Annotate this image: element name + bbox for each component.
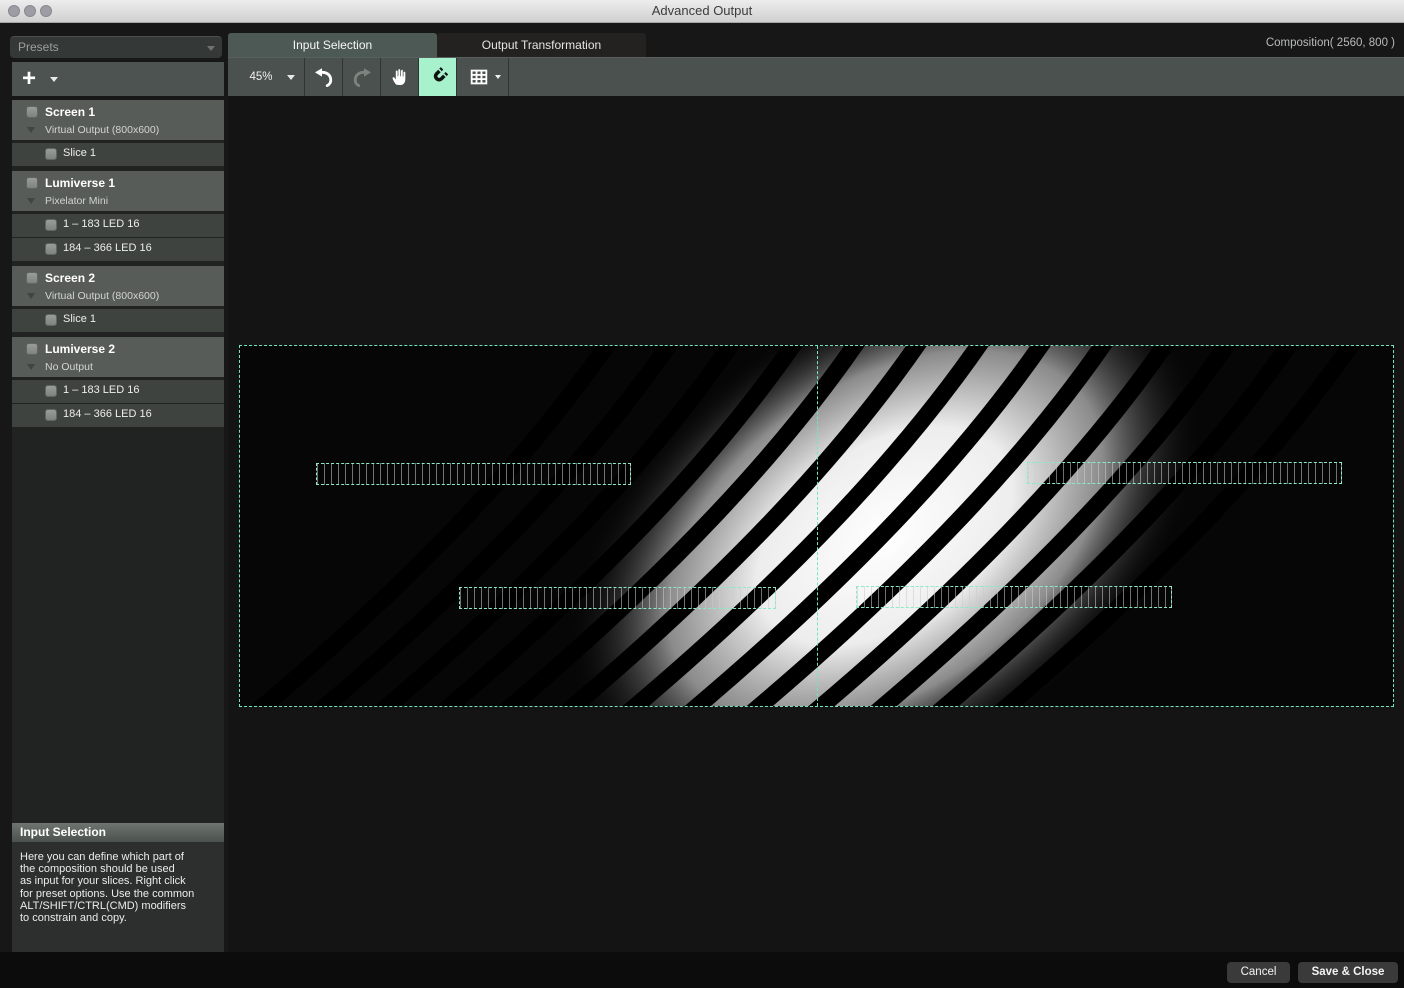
tab-input-selection[interactable]: Input Selection <box>228 33 437 57</box>
chevron-down-icon <box>495 75 501 79</box>
redo-icon <box>350 65 374 89</box>
undo-icon <box>312 65 336 89</box>
footer-bar: Cancel Save & Close <box>0 952 1404 988</box>
led-range-label: 184 – 366 LED 16 <box>63 408 152 420</box>
save-close-button[interactable]: Save & Close <box>1298 962 1398 983</box>
enable-checkbox[interactable] <box>45 409 57 421</box>
enable-checkbox[interactable] <box>45 243 57 255</box>
plus-icon: + <box>22 65 36 93</box>
tree-group-screen-1: Screen 1 Virtual Output (800x600) Slice … <box>12 100 224 166</box>
tree-row-slice[interactable]: Slice 1 <box>12 309 224 332</box>
led-range-label: 184 – 366 LED 16 <box>63 242 152 254</box>
slice-input-rect[interactable] <box>1027 462 1342 484</box>
magnet-icon <box>426 65 450 89</box>
info-panel-text: Here you can define which part of the co… <box>12 842 224 952</box>
slice-input-rect[interactable] <box>459 587 776 609</box>
enable-checkbox[interactable] <box>26 343 38 355</box>
add-screen-toolbar[interactable]: + <box>12 62 224 96</box>
zoom-level-value: 45% <box>249 71 272 83</box>
pan-tool-button[interactable] <box>381 58 419 96</box>
enable-checkbox[interactable] <box>26 272 38 284</box>
group-title: Screen 1 <box>45 105 95 119</box>
group-subtitle: No Output <box>45 361 93 373</box>
info-panel-title: Input Selection <box>12 823 224 842</box>
zoom-level-select[interactable]: 45% <box>228 58 305 96</box>
tree-group-lumiverse-1: Lumiverse 1 Pixelator Mini 1 – 183 LED 1… <box>12 171 224 261</box>
presets-dropdown[interactable]: Presets <box>10 36 222 58</box>
tree-row-led-range[interactable]: 1 – 183 LED 16 <box>12 214 224 237</box>
disclosure-triangle-icon[interactable] <box>27 364 35 370</box>
slice-label: Slice 1 <box>63 147 96 159</box>
enable-checkbox[interactable] <box>45 385 57 397</box>
tree-group-header[interactable]: Lumiverse 2 No Output <box>12 337 224 377</box>
window-titlebar: Advanced Output <box>0 0 1404 23</box>
chevron-down-icon <box>50 77 58 82</box>
grid-icon <box>468 66 490 88</box>
tree-group-header[interactable]: Screen 2 Virtual Output (800x600) <box>12 266 224 306</box>
tree-group-lumiverse-2: Lumiverse 2 No Output 1 – 183 LED 16 184… <box>12 337 224 427</box>
tree-group-screen-2: Screen 2 Virtual Output (800x600) Slice … <box>12 266 224 332</box>
led-range-label: 1 – 183 LED 16 <box>63 218 139 230</box>
cancel-button[interactable]: Cancel <box>1227 962 1290 983</box>
disclosure-triangle-icon[interactable] <box>27 127 35 133</box>
chevron-down-icon <box>207 46 215 51</box>
undo-button[interactable] <box>305 58 343 96</box>
group-subtitle: Virtual Output (800x600) <box>45 290 159 302</box>
tab-output-transformation[interactable]: Output Transformation <box>437 33 646 57</box>
enable-checkbox[interactable] <box>26 177 38 189</box>
presets-label: Presets <box>18 40 59 54</box>
snap-tool-button[interactable] <box>419 58 457 96</box>
composition-size-label: Composition( 2560, 800 ) <box>1266 37 1395 49</box>
group-subtitle: Virtual Output (800x600) <box>45 124 159 136</box>
group-title: Lumiverse 1 <box>45 176 115 190</box>
slice-input-rect[interactable] <box>316 463 631 485</box>
screen-divider-guide <box>817 346 818 706</box>
tree-group-header[interactable]: Screen 1 Virtual Output (800x600) <box>12 100 224 140</box>
tree-row-led-range[interactable]: 184 – 366 LED 16 <box>12 238 224 261</box>
led-range-label: 1 – 183 LED 16 <box>63 384 139 396</box>
tree-row-led-range[interactable]: 1 – 183 LED 16 <box>12 380 224 403</box>
group-subtitle: Pixelator Mini <box>45 195 108 207</box>
group-title: Lumiverse 2 <box>45 342 115 356</box>
output-device-tree: Screen 1 Virtual Output (800x600) Slice … <box>12 100 224 432</box>
redo-button[interactable] <box>343 58 381 96</box>
enable-checkbox[interactable] <box>45 148 57 160</box>
enable-checkbox[interactable] <box>45 219 57 231</box>
tree-row-led-range[interactable]: 184 – 366 LED 16 <box>12 404 224 427</box>
slice-label: Slice 1 <box>63 313 96 325</box>
tree-group-header[interactable]: Lumiverse 1 Pixelator Mini <box>12 171 224 211</box>
disclosure-triangle-icon[interactable] <box>27 198 35 204</box>
grid-options-button[interactable] <box>457 58 509 96</box>
canvas-toolbar: 45% <box>228 57 1404 96</box>
disclosure-triangle-icon[interactable] <box>27 293 35 299</box>
group-title: Screen 2 <box>45 271 95 285</box>
slice-input-rect[interactable] <box>856 586 1172 608</box>
enable-checkbox[interactable] <box>45 314 57 326</box>
tree-row-slice[interactable]: Slice 1 <box>12 143 224 166</box>
composition-preview[interactable] <box>239 345 1394 707</box>
hand-icon <box>389 66 411 88</box>
enable-checkbox[interactable] <box>26 106 38 118</box>
chevron-down-icon <box>287 75 295 80</box>
window-title: Advanced Output <box>0 0 1404 22</box>
